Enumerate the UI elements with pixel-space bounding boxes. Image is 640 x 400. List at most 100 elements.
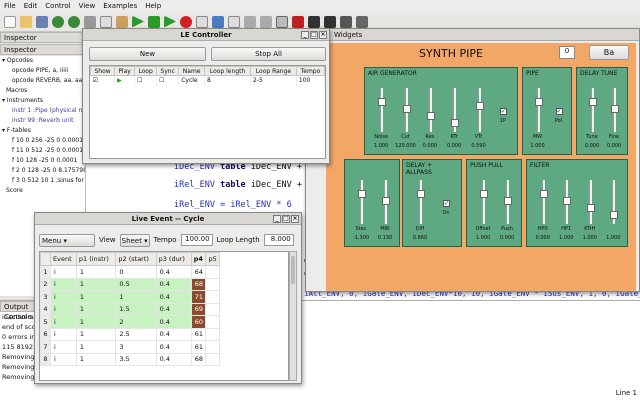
table-cell[interactable]: 0 bbox=[115, 265, 157, 279]
menu-edit[interactable]: Edit bbox=[20, 2, 42, 10]
fader-slider[interactable] bbox=[475, 88, 484, 132]
menu-file[interactable]: File bbox=[0, 2, 20, 10]
fader-knob[interactable] bbox=[504, 197, 512, 205]
fader-knob[interactable] bbox=[382, 197, 390, 205]
fader-knob[interactable] bbox=[358, 190, 366, 198]
table-cell[interactable]: 1 bbox=[75, 315, 117, 329]
fader-slider[interactable] bbox=[480, 180, 488, 224]
fader-slider[interactable] bbox=[378, 88, 387, 132]
table-cell[interactable]: 1 bbox=[75, 302, 117, 316]
table-cell[interactable]: 0.4 bbox=[155, 265, 192, 279]
tree-item[interactable]: f 11 0 512 -25 0 0.0001 bbox=[0, 146, 85, 156]
table-cell[interactable]: i bbox=[50, 327, 77, 341]
table-row[interactable]: ☑ ▶ ☐ ☐ Cycle 8 2-5 100 bbox=[90, 75, 326, 86]
bank-button[interactable]: Ba bbox=[589, 45, 629, 60]
close-icon[interactable]: × bbox=[291, 215, 299, 223]
widgets-icon[interactable] bbox=[276, 15, 288, 28]
new-file-icon[interactable] bbox=[4, 15, 16, 28]
scrollbar-thumb[interactable] bbox=[291, 256, 295, 284]
paste-icon[interactable] bbox=[116, 15, 128, 28]
fader-slider[interactable] bbox=[586, 180, 595, 224]
table-cell[interactable] bbox=[205, 340, 220, 354]
table-row[interactable]: 6 i 1 2.5 0.4 61 bbox=[40, 327, 220, 341]
table-cell[interactable]: i bbox=[50, 290, 77, 304]
table-row[interactable]: 7 i 1 3 0.4 61 bbox=[40, 340, 220, 354]
fader-knob[interactable] bbox=[534, 98, 543, 106]
table-row[interactable]: 2 i 1 0.5 0.4 68 bbox=[40, 277, 220, 291]
table-cell[interactable]: 0.4 bbox=[155, 340, 192, 354]
table-cell[interactable]: 1 bbox=[75, 265, 117, 279]
live-events-icon[interactable] bbox=[340, 15, 352, 28]
stop-all-button[interactable]: Stop All bbox=[211, 47, 326, 61]
table-cell[interactable]: 69 bbox=[190, 302, 207, 316]
table-cell[interactable] bbox=[205, 290, 220, 304]
table-row[interactable]: 4 i 1 1.5 0.4 69 bbox=[40, 302, 220, 316]
table-cell[interactable]: i bbox=[50, 352, 77, 366]
minimize-icon[interactable]: _ bbox=[301, 31, 309, 39]
tree-item[interactable]: Score bbox=[0, 186, 85, 196]
col-header[interactable]: Event bbox=[50, 252, 77, 266]
stop-icon[interactable] bbox=[148, 15, 160, 28]
loop-name[interactable]: Cycle bbox=[178, 75, 206, 86]
loop-tempo[interactable]: 100 bbox=[296, 75, 326, 86]
copy-icon[interactable] bbox=[100, 15, 112, 28]
fader-slider[interactable] bbox=[589, 88, 597, 132]
table-cell[interactable]: 3 bbox=[115, 340, 157, 354]
loop-range[interactable]: 2-5 bbox=[250, 75, 297, 86]
table-cell[interactable]: 0.4 bbox=[155, 327, 192, 341]
table-cell[interactable]: 61 bbox=[190, 340, 207, 354]
config-icon[interactable] bbox=[260, 15, 272, 28]
table-cell[interactable]: 60 bbox=[190, 315, 207, 329]
toggle-checkbox[interactable]: ✓ bbox=[443, 200, 450, 207]
loop-length[interactable]: 8 bbox=[204, 75, 252, 86]
col-header[interactable]: p2 (start) bbox=[115, 252, 157, 266]
fader-slider[interactable] bbox=[504, 180, 512, 224]
utilities-icon[interactable] bbox=[244, 15, 256, 28]
open-folder-icon[interactable] bbox=[20, 15, 32, 28]
table-row[interactable]: 1 i 1 0 0.4 64 bbox=[40, 265, 220, 279]
table-cell[interactable] bbox=[205, 315, 220, 329]
fader-slider[interactable] bbox=[611, 88, 619, 132]
fader-slider[interactable] bbox=[563, 180, 572, 224]
fader-knob[interactable] bbox=[611, 105, 619, 113]
inspector-icon[interactable] bbox=[324, 15, 336, 28]
menu-dropdown[interactable]: Menu ▾ bbox=[39, 233, 95, 247]
tree-item[interactable]: opcode PIPE, a, iiiii bbox=[0, 66, 85, 76]
table-cell[interactable]: 71 bbox=[190, 290, 207, 304]
fader-knob[interactable] bbox=[378, 98, 387, 106]
play-icon[interactable]: ▶ bbox=[114, 75, 136, 86]
tree-item[interactable]: opcode REVERB, aa, aa bbox=[0, 76, 85, 86]
undo-icon[interactable] bbox=[52, 15, 64, 28]
help-icon[interactable] bbox=[292, 15, 304, 28]
fader-knob[interactable] bbox=[417, 190, 425, 198]
menu-view[interactable]: View bbox=[75, 2, 100, 10]
table-cell[interactable]: 0.4 bbox=[155, 302, 192, 316]
loop-length-input[interactable]: 8.000 bbox=[263, 234, 294, 246]
table-cell[interactable]: 68 bbox=[190, 277, 207, 291]
table-cell[interactable]: 64 bbox=[190, 265, 207, 279]
redo-icon[interactable] bbox=[68, 15, 80, 28]
fader-slider[interactable] bbox=[426, 88, 435, 132]
maximize-icon[interactable]: □ bbox=[310, 31, 318, 39]
menu-control[interactable]: Control bbox=[41, 2, 74, 10]
tree-item[interactable]: ▾ Opcodes bbox=[0, 56, 85, 66]
event-sheet[interactable]: Event p1 (instr) p2 (start) p3 (dur) p4 p5 1i… bbox=[39, 251, 289, 381]
cut-icon[interactable] bbox=[84, 15, 96, 28]
save-icon[interactable] bbox=[36, 15, 48, 28]
show-checkbox[interactable]: ☑ bbox=[90, 75, 116, 86]
python-icon[interactable] bbox=[356, 15, 368, 28]
sync-checkbox[interactable]: ☐ bbox=[156, 75, 180, 86]
toggle-checkbox[interactable]: ✓ bbox=[555, 108, 563, 115]
table-cell[interactable]: i bbox=[50, 265, 77, 279]
table-cell[interactable]: 0.5 bbox=[115, 277, 157, 291]
fader-slider[interactable] bbox=[402, 88, 411, 132]
table-cell[interactable]: 2.5 bbox=[115, 327, 157, 341]
tree-item[interactable]: ▾ F-tables bbox=[0, 126, 85, 136]
run-icon[interactable] bbox=[132, 15, 144, 28]
play-icon[interactable] bbox=[164, 15, 176, 28]
fader-slider[interactable] bbox=[417, 180, 425, 224]
console-icon[interactable] bbox=[308, 15, 320, 28]
tempo-input[interactable]: 100.00 bbox=[180, 234, 213, 246]
close-icon[interactable]: × bbox=[319, 31, 327, 39]
table-cell[interactable] bbox=[205, 352, 220, 366]
